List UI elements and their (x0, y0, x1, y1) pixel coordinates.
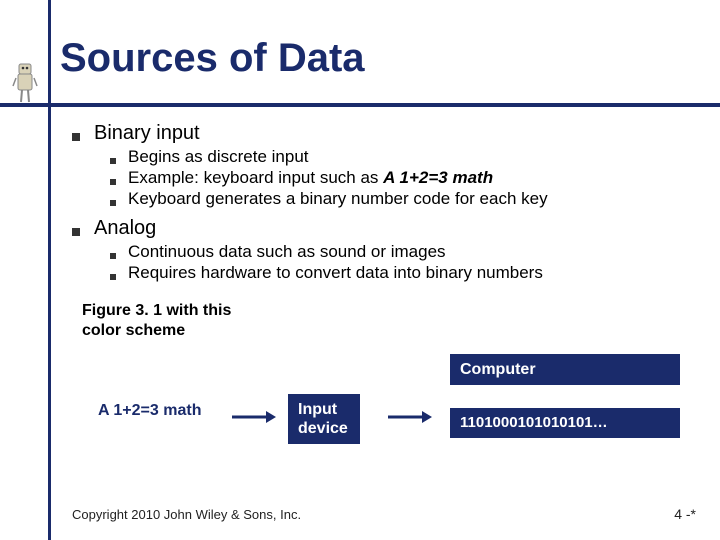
diagram-computer-box: Computer (450, 354, 680, 385)
title-underline (0, 103, 720, 107)
diagram-input-device-label: Input device (298, 401, 348, 437)
figure-caption: Figure 3. 1 with this color scheme (82, 301, 292, 341)
bullet-analog-label: Analog (94, 217, 156, 240)
square-bullet-icon (110, 274, 116, 280)
figure-caption-line1: Figure 3. 1 with this (82, 302, 231, 319)
sub-bullet-text: Continuous data such as sound or images (128, 242, 446, 262)
example-bold: A 1+2=3 math (383, 168, 493, 187)
copyright-text: Copyright 2010 John Wiley & Sons, Inc. (72, 507, 301, 522)
sub-bullet-text: Begins as discrete input (128, 147, 309, 167)
sub-bullet-example: Example: keyboard input such as A 1+2=3 … (110, 168, 692, 188)
content-area: Binary input Begins as discrete input Ex… (72, 118, 692, 341)
square-bullet-icon (72, 228, 80, 236)
diagram-computer-label: Computer (460, 361, 536, 378)
square-bullet-icon (72, 133, 80, 141)
square-bullet-icon (110, 253, 116, 259)
arrow-right-icon (388, 410, 432, 422)
sub-bullet-text: Keyboard generates a binary number code … (128, 189, 548, 209)
diagram-binary-stream: 1101000101010101 (460, 414, 593, 431)
diagram-binary-box: 1101000101010101… (450, 408, 680, 438)
bullet-binary-label: Binary input (94, 122, 200, 145)
diagram-input-device-box: Input device (288, 394, 360, 444)
bullet-analog: Analog (72, 217, 692, 240)
flow-diagram: A 1+2=3 math Input device Computer 11010… (82, 380, 702, 470)
arrow-right-icon (232, 410, 276, 422)
ellipsis-icon: … (593, 414, 608, 431)
sub-bullet: Requires hardware to convert data into b… (110, 263, 692, 283)
square-bullet-icon (110, 179, 116, 185)
sub-bullet-text: Example: keyboard input such as A 1+2=3 … (128, 168, 493, 188)
page-number: 4 -* (674, 506, 696, 522)
mascot-icon (12, 60, 38, 104)
square-bullet-icon (110, 200, 116, 206)
square-bullet-icon (110, 158, 116, 164)
left-vertical-rule (48, 0, 51, 540)
diagram-input-text: A 1+2=3 math (98, 402, 201, 420)
bullet-binary: Binary input (72, 122, 692, 145)
sub-bullet: Begins as discrete input (110, 147, 692, 167)
sub-bullet: Keyboard generates a binary number code … (110, 189, 692, 209)
slide-title: Sources of Data (60, 36, 365, 81)
example-prefix: Example: keyboard input such as (128, 168, 383, 187)
figure-caption-line2: color scheme (82, 322, 185, 339)
sub-bullet-text: Requires hardware to convert data into b… (128, 263, 543, 283)
sub-bullet: Continuous data such as sound or images (110, 242, 692, 262)
